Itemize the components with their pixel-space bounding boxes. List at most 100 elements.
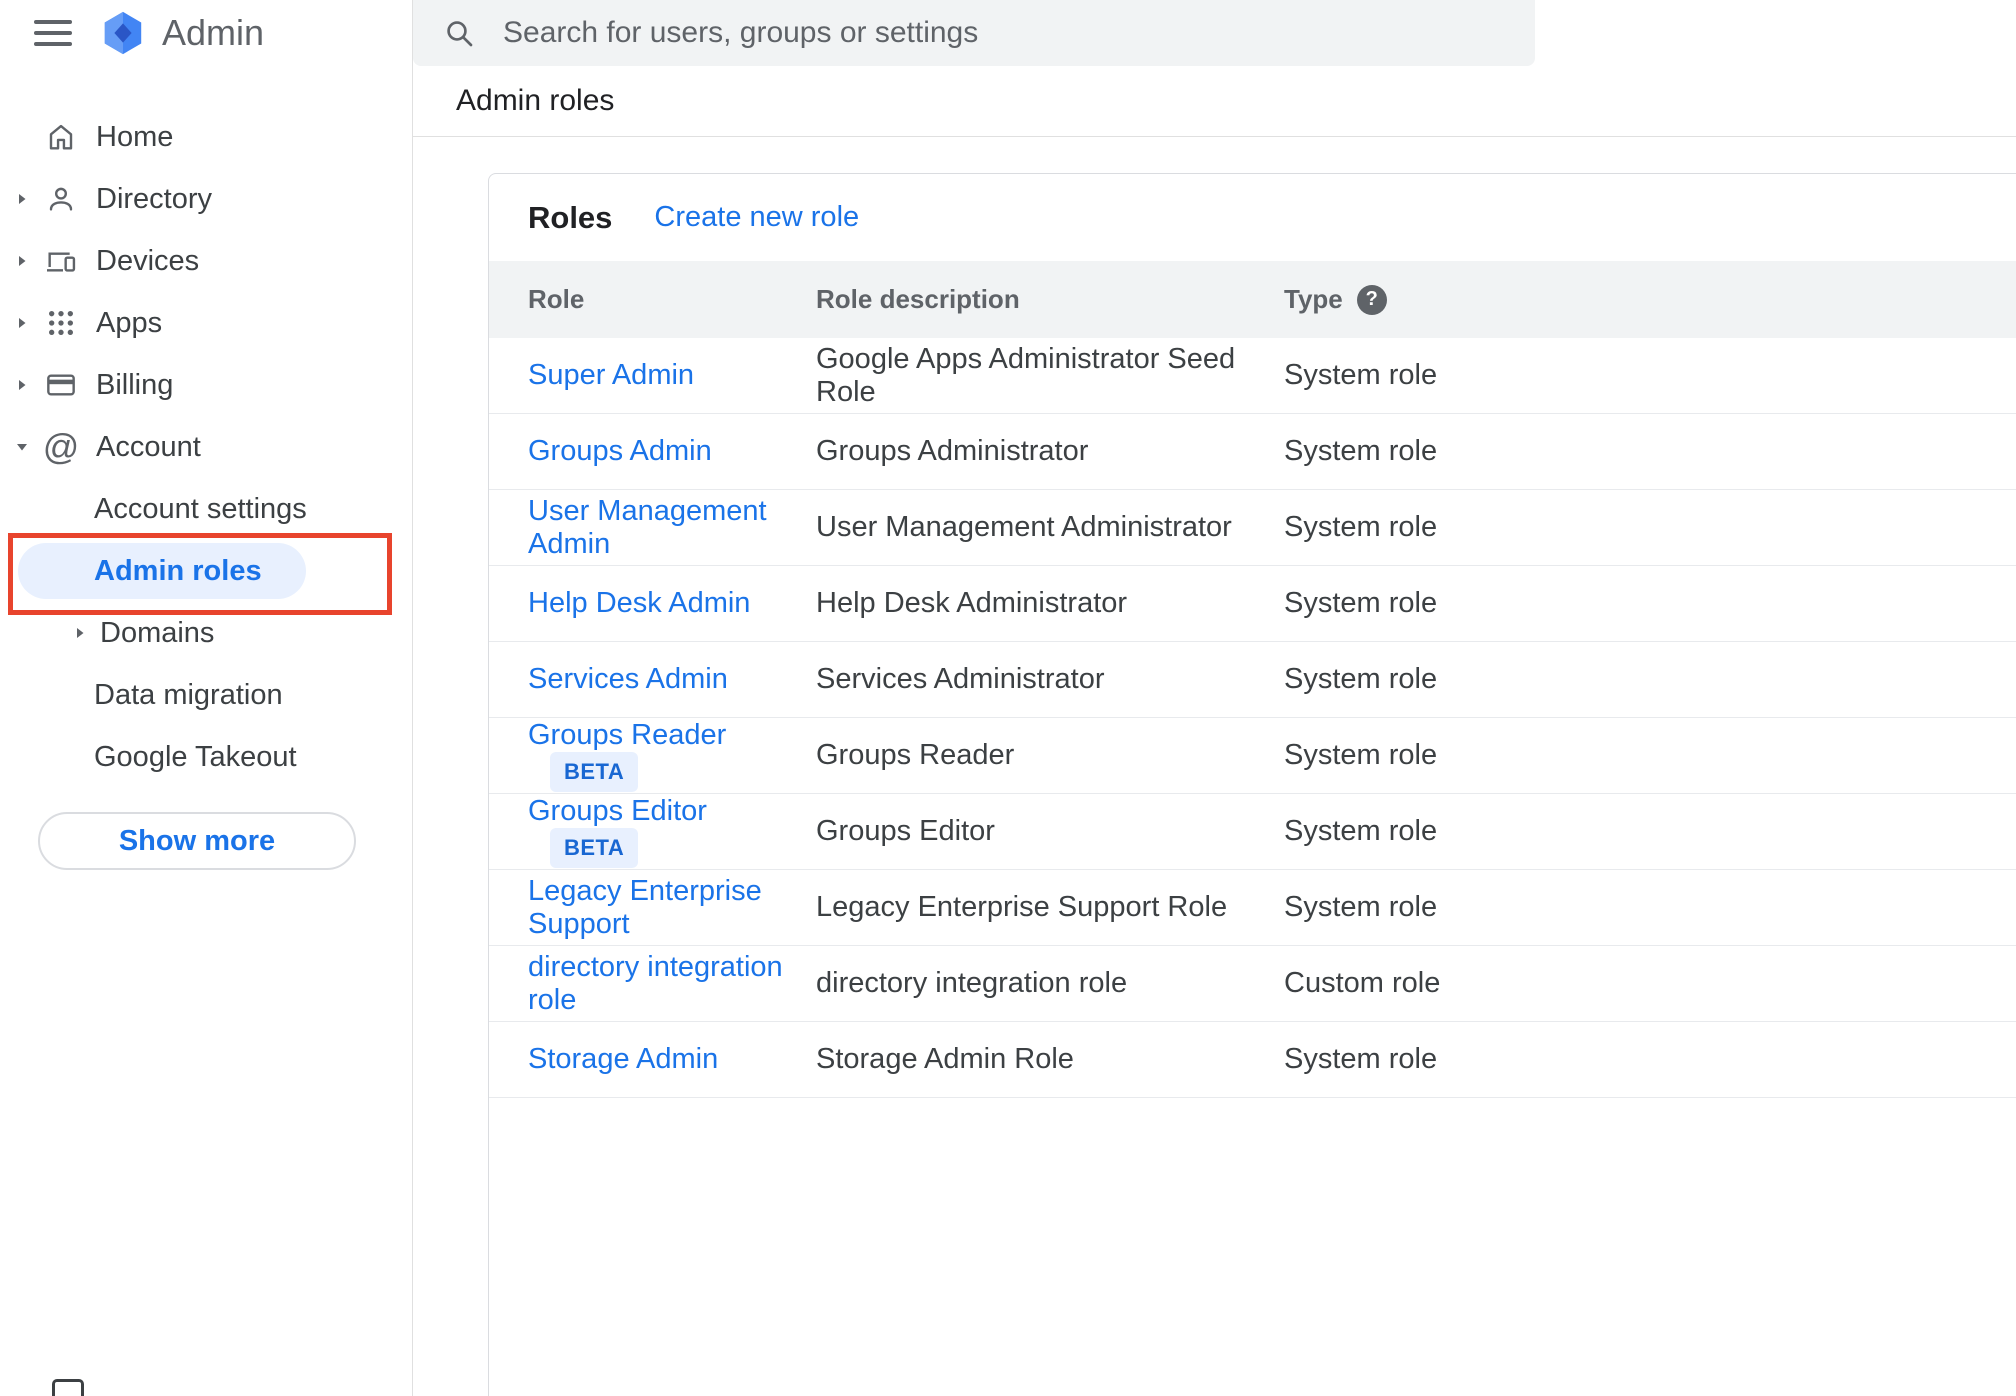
role-type: Custom role [1284, 967, 1441, 999]
role-link[interactable]: Help Desk Admin [528, 587, 750, 619]
role-type: System role [1284, 891, 1438, 923]
column-header-type: Type ? [1284, 284, 2016, 315]
sidebar-nav: Home Directory Devices Apps Billing @ Ac… [0, 106, 412, 870]
table-row: Legacy Enterprise Support Legacy Enterpr… [489, 870, 2016, 946]
person-icon [44, 183, 78, 215]
chevron-right-icon[interactable] [10, 253, 34, 269]
beta-badge: BETA [550, 828, 639, 868]
show-more-button[interactable]: Show more [38, 812, 356, 870]
sidebar-item-label: Domains [100, 616, 215, 649]
table-row: Groups Admin Groups Administrator System… [489, 414, 2016, 490]
search-input[interactable] [503, 16, 1535, 50]
column-header-role: Role [528, 284, 585, 314]
chevron-down-icon[interactable] [10, 439, 34, 455]
role-description: Groups Administrator [816, 435, 1089, 467]
breadcrumb: Admin roles [456, 84, 615, 117]
at-icon: @ [42, 426, 80, 467]
table-row: User Management Admin User Management Ad… [489, 490, 2016, 566]
role-type: System role [1284, 435, 1438, 467]
roles-card-header: Roles Create new role [489, 174, 2016, 261]
menu-icon[interactable] [34, 20, 72, 46]
partial-cutoff-icon [52, 1379, 84, 1396]
sidebar-item-domains[interactable]: Domains [0, 602, 412, 664]
chevron-right-icon[interactable] [68, 625, 92, 641]
admin-logo-icon [100, 10, 146, 56]
sidebar-item-label: Home [96, 120, 174, 153]
search-bar[interactable] [413, 0, 1535, 66]
sidebar-item-label: Data migration [94, 678, 283, 711]
table-row: directory integration role directory int… [489, 946, 2016, 1022]
role-description: Groups Reader [816, 739, 1015, 771]
role-type: System role [1284, 587, 1438, 619]
table-row: Services Admin Services Administrator Sy… [489, 642, 2016, 718]
roles-card: Roles Create new role Role Role descript… [488, 173, 2016, 1396]
search-icon [443, 17, 475, 49]
role-link[interactable]: Legacy Enterprise Support [528, 875, 762, 940]
sidebar-item-google-takeout[interactable]: Google Takeout [0, 726, 412, 788]
role-link[interactable]: Storage Admin [528, 1043, 718, 1075]
sidebar-item-directory[interactable]: Directory [0, 168, 412, 230]
sidebar-item-apps[interactable]: Apps [0, 292, 412, 354]
sidebar-item-home[interactable]: Home [0, 106, 412, 168]
table-row: Help Desk Admin Help Desk Administrator … [489, 566, 2016, 642]
chevron-right-icon[interactable] [10, 377, 34, 393]
role-description: Google Apps Administrator Seed Role [816, 342, 1236, 408]
sidebar-item-label: Billing [96, 368, 174, 401]
breadcrumb-row: Admin roles [413, 66, 2016, 137]
sidebar-item-data-migration[interactable]: Data migration [0, 664, 412, 726]
role-description: directory integration role [816, 967, 1128, 999]
role-link[interactable]: User Management Admin [528, 495, 767, 560]
role-link[interactable]: Services Admin [528, 663, 728, 695]
beta-badge: BETA [550, 752, 639, 792]
sidebar-item-label: Devices [96, 244, 200, 277]
chevron-right-icon[interactable] [10, 315, 34, 331]
home-icon [44, 121, 78, 153]
sidebar-item-label: Account [96, 430, 201, 463]
role-description: Legacy Enterprise Support Role [816, 891, 1228, 923]
role-link[interactable]: Groups Editor [528, 795, 707, 827]
create-new-role-link[interactable]: Create new role [654, 201, 859, 234]
sidebar-item-label: Apps [96, 306, 163, 339]
role-type: System role [1284, 663, 1438, 695]
sidebar-item-label: Google Takeout [94, 740, 297, 773]
sidebar-item-devices[interactable]: Devices [0, 230, 412, 292]
sidebar: Admin Home Directory Devices Apps Billin… [0, 0, 413, 1396]
card-title: Roles [528, 199, 613, 235]
table-row: Super Admin Google Apps Administrator Se… [489, 338, 2016, 414]
table-row: Storage Admin Storage Admin Role System … [489, 1022, 2016, 1098]
role-description: User Management Administrator [816, 511, 1232, 543]
table-row: Groups Reader BETA Groups Reader System … [489, 718, 2016, 794]
billing-icon [44, 369, 78, 401]
apps-grid-icon [44, 307, 78, 339]
sidebar-item-account-settings[interactable]: Account settings [0, 478, 412, 540]
role-type: System role [1284, 511, 1438, 543]
role-link[interactable]: Super Admin [528, 359, 694, 391]
sidebar-item-label: Admin roles [94, 554, 262, 587]
role-type: System role [1284, 359, 1438, 391]
role-type: System role [1284, 815, 1438, 847]
sidebar-item-billing[interactable]: Billing [0, 354, 412, 416]
role-type: System role [1284, 739, 1438, 771]
selected-item-pill[interactable]: Admin roles [18, 543, 306, 599]
help-icon[interactable]: ? [1356, 284, 1387, 315]
role-link[interactable]: Groups Reader [528, 719, 726, 751]
role-description: Storage Admin Role [816, 1043, 1074, 1075]
role-description: Services Administrator [816, 663, 1105, 695]
sidebar-header: Admin [0, 0, 412, 66]
role-link[interactable]: directory integration role [528, 951, 783, 1016]
main-content: Admin roles Roles Create new role Role R… [413, 0, 2016, 1396]
sidebar-item-label: Account settings [94, 492, 307, 525]
column-header-description: Role description [816, 284, 1020, 314]
role-description: Groups Editor [816, 815, 995, 847]
sidebar-item-account[interactable]: @ Account [0, 416, 412, 478]
chevron-right-icon[interactable] [10, 191, 34, 207]
sidebar-item-label: Directory [96, 182, 213, 215]
role-type: System role [1284, 1043, 1438, 1075]
app-title: Admin [162, 12, 265, 53]
role-link[interactable]: Groups Admin [528, 435, 712, 467]
sidebar-item-admin-roles[interactable]: Admin roles [0, 540, 412, 602]
table-header-row: Role Role description Type ? [489, 261, 2016, 338]
devices-icon [44, 245, 78, 277]
role-description: Help Desk Administrator [816, 587, 1128, 619]
table-row: Groups Editor BETA Groups Editor System … [489, 794, 2016, 870]
